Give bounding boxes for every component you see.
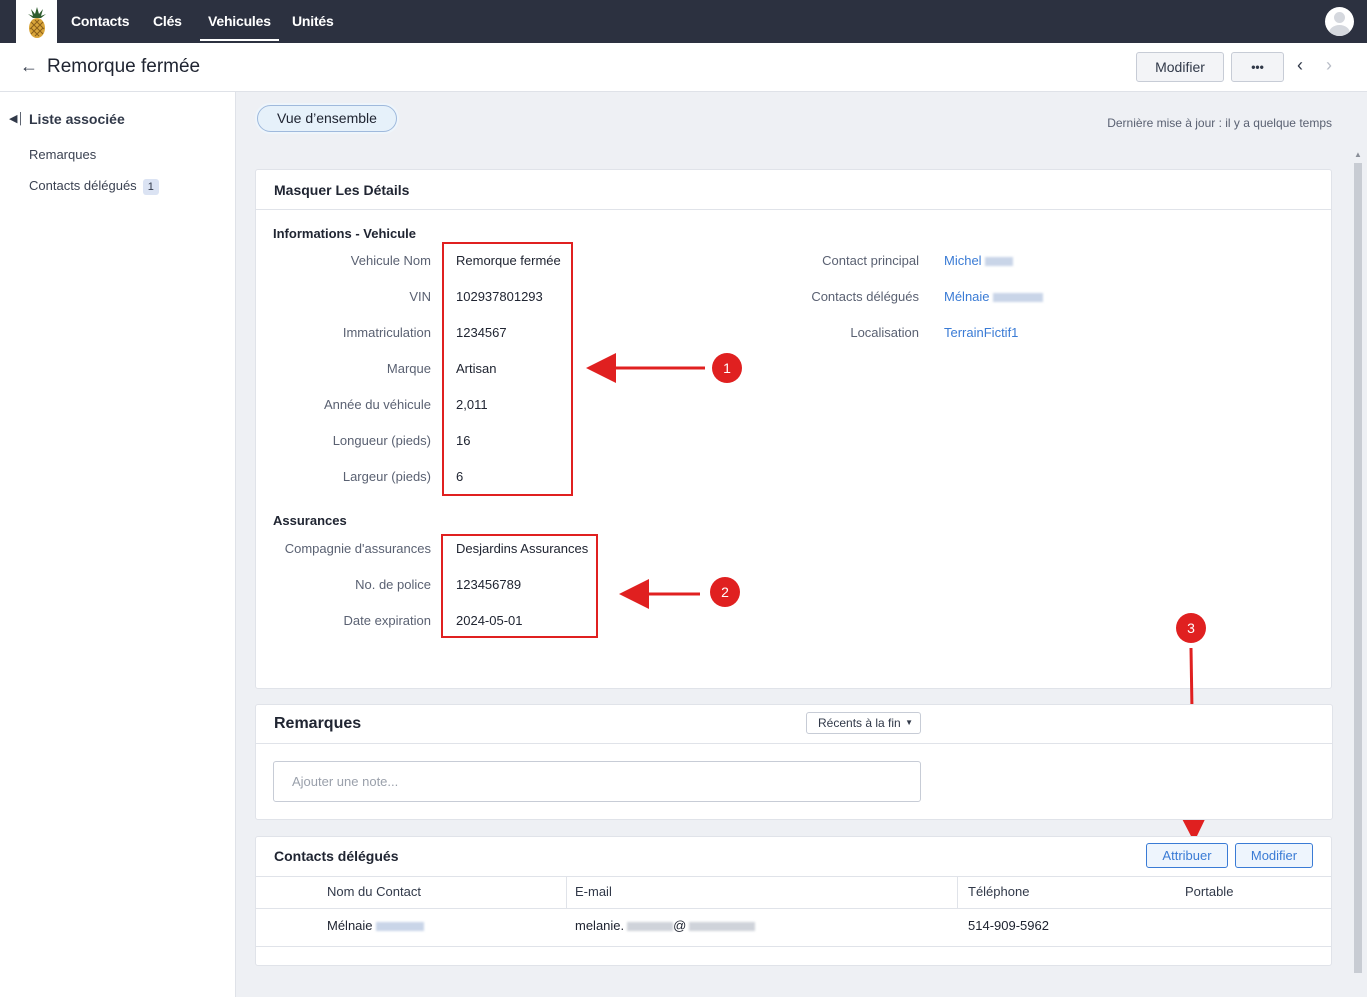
delegated-contacts-title: Contacts délégués [274,848,399,864]
sort-order-label: Récents à la fin [818,716,901,730]
annotation-box-insurance [441,534,598,638]
details-card: Masquer Les Détails [255,169,1332,689]
edit-record-button[interactable]: Modifier [1136,52,1224,82]
next-record-icon[interactable]: › [1326,55,1332,76]
column-divider [566,877,567,908]
field-label: Vehicule Nom [350,253,431,268]
field-label: Largeur (pieds) [342,469,431,484]
primary-contact-link[interactable]: Michel [944,253,1013,268]
vehicle-section-title: Informations - Vehicule [273,226,417,241]
column-header-email[interactable]: E-mail [575,884,612,899]
user-avatar[interactable] [1325,7,1354,36]
more-actions-button[interactable]: ••• [1231,52,1284,82]
field-label: Année du véhicule [324,397,431,412]
field-label: Contacts délégués [811,289,919,304]
top-navigation-bar: Contacts Clés Vehicules Unités [0,0,1367,43]
annotation-box-vehicle [442,242,573,496]
add-note-input[interactable] [273,761,921,802]
sidebar-item-remarques[interactable]: Remarques [29,147,96,162]
annotation-badge-2: 2 [710,577,740,607]
chevron-down-icon: ▼ [905,718,913,727]
last-update-text: Dernière mise à jour : il y a quelque te… [1107,116,1332,130]
field-label: VIN [409,289,431,304]
hide-details-toggle[interactable]: Masquer Les Détails [274,182,409,198]
nav-tab-cles[interactable]: Clés [153,0,182,43]
annotation-badge-3: 3 [1176,613,1206,643]
divider [256,209,1331,210]
nav-tab-vehicules[interactable]: Vehicules [200,0,279,43]
column-divider [957,877,958,908]
contact-email: melanie. @ [575,918,756,933]
previous-record-icon[interactable]: ‹ [1297,55,1303,76]
field-label: Contact principal [822,253,919,268]
location-link[interactable]: TerrainFictif1 [944,325,1018,340]
column-header-phone[interactable]: Téléphone [968,884,1029,899]
remarks-title: Remarques [274,715,362,732]
field-label: Compagnie d'assurances [284,541,431,556]
sidebar-item-label: Contacts délégués [29,178,137,193]
field-label: No. de police [355,577,431,592]
record-header: ← Remorque fermée Modifier ••• ‹ › [0,43,1367,92]
insurance-section-title: Assurances [273,513,347,528]
contact-name-link[interactable]: Mélnaie [327,918,424,933]
nav-tab-contacts[interactable]: Contacts [71,0,129,43]
tab-overview[interactable]: Vue d’ensemble [257,105,397,132]
delegated-contact-link[interactable]: Mélnaie [944,289,1043,304]
divider [256,743,1332,744]
nav-tab-unites[interactable]: Unités [292,0,334,43]
sort-order-select[interactable]: Récents à la fin ▼ [806,712,921,734]
back-arrow-icon[interactable]: ← [20,57,38,75]
divider [256,946,1331,947]
assign-button[interactable]: Attribuer [1146,843,1228,868]
scrollbar-thumb[interactable] [1354,163,1362,973]
count-badge: 1 [142,179,159,195]
field-label: Date expiration [343,613,431,628]
field-label: Localisation [850,325,919,340]
edit-delegates-button[interactable]: Modifier [1235,843,1313,868]
sidebar-heading: Liste associée [29,111,125,127]
contact-phone: 514-909-5962 [968,918,1049,933]
collapse-sidebar-icon[interactable]: ◀│ [9,112,24,125]
column-header-name[interactable]: Nom du Contact [327,884,421,899]
page-title: Remorque fermée [47,56,201,77]
divider [256,908,1331,909]
main-scrollbar[interactable]: ▲ [1353,150,1363,985]
field-label: Longueur (pieds) [332,433,431,448]
divider [256,876,1331,877]
annotation-badge-1: 1 [712,353,742,383]
related-list-sidebar: ◀│ Liste associée Remarques Contacts dél… [0,92,236,997]
field-label: Immatriculation [342,325,431,340]
sidebar-item-contacts-delegues[interactable]: Contacts délégués 1 [29,178,159,195]
field-label: Marque [386,361,431,376]
scroll-up-icon[interactable]: ▲ [1354,150,1362,159]
column-header-mobile[interactable]: Portable [1185,884,1233,899]
pineapple-logo-icon[interactable] [16,0,57,43]
